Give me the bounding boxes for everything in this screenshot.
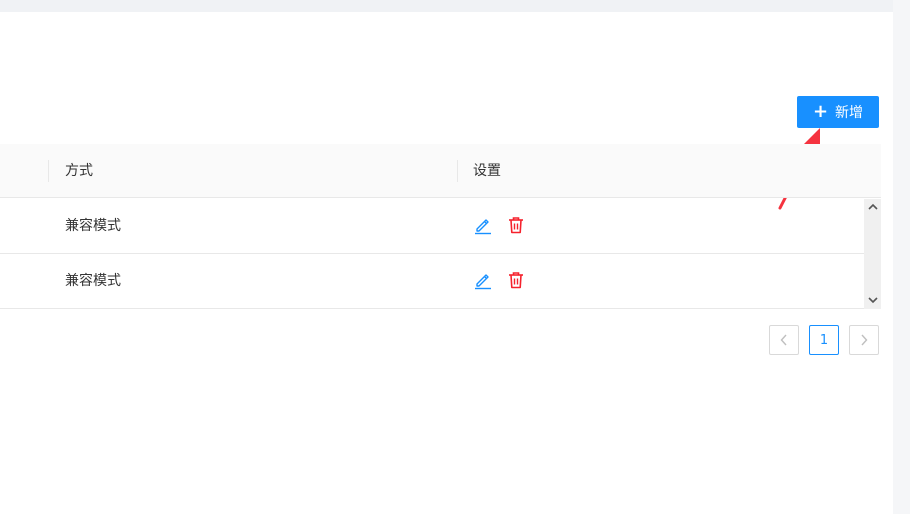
delete-icon[interactable] [506, 215, 526, 235]
header-divider [48, 160, 49, 182]
outer-scroll-gutter [893, 0, 910, 514]
edit-icon[interactable] [473, 215, 493, 235]
edit-icon[interactable] [473, 270, 493, 290]
table-vertical-scrollbar[interactable] [864, 199, 881, 309]
plus-icon: + [812, 101, 829, 122]
prev-page-button[interactable] [769, 325, 799, 355]
delete-icon[interactable] [506, 270, 526, 290]
table-body: 兼容模式 兼容模式 [0, 199, 881, 309]
table-header: 方式 设置 [0, 144, 881, 198]
add-button-label: 新增 [835, 105, 864, 121]
table-row: 兼容模式 [0, 199, 864, 254]
chevron-up-icon[interactable] [864, 200, 881, 214]
chevron-right-icon [861, 334, 868, 346]
header-divider [457, 160, 458, 182]
mode-cell: 兼容模式 [65, 218, 121, 234]
chevron-left-icon [780, 334, 787, 346]
mode-cell: 兼容模式 [65, 273, 121, 289]
table-row: 兼容模式 [0, 254, 864, 309]
next-page-button[interactable] [849, 325, 879, 355]
column-header-settings: 设置 [473, 163, 501, 179]
chevron-down-icon[interactable] [864, 293, 881, 307]
column-header-mode: 方式 [65, 163, 93, 179]
page-number-button[interactable]: 1 [809, 325, 839, 355]
